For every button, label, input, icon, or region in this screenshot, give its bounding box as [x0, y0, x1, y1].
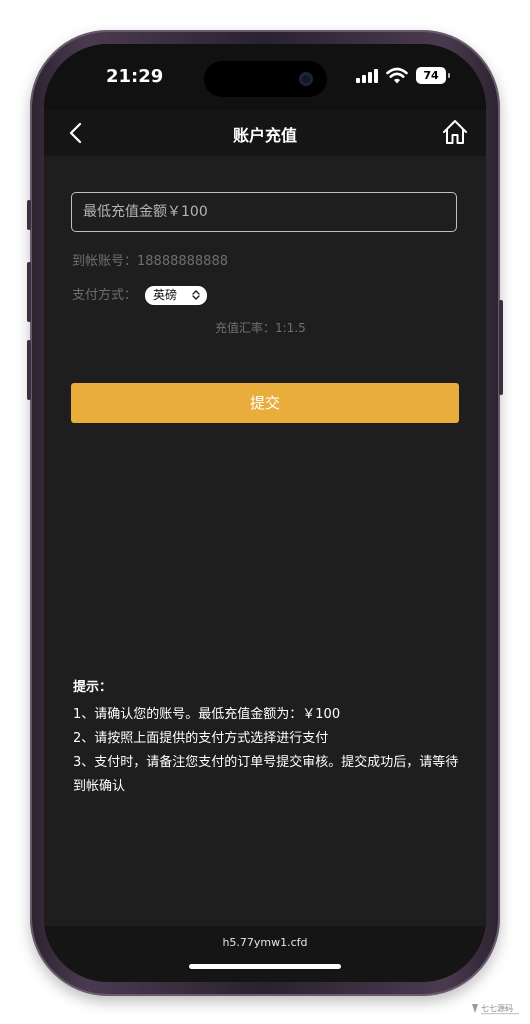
browser-bottom-bar: h5.77ymw1.cfd [44, 926, 486, 982]
tip-line: 1、请确认您的账号。最低充值金额为：￥100 [73, 707, 341, 722]
status-time: 21:29 [106, 66, 164, 87]
tips-section: 提示： 1、请确认您的账号。最低充值金额为：￥100 2、请按照上面提供的支付方… [73, 676, 463, 799]
signal-icon [356, 69, 380, 83]
exchange-rate: 充值汇率：1:1.5 [215, 321, 306, 335]
phone-volume-down-button [27, 340, 31, 400]
phone-volume-up-button [27, 262, 31, 322]
camera-icon [299, 72, 313, 86]
phone-power-button [499, 300, 503, 395]
phone-screen: 21:29 74 账户充值 最低充值金额￥100 到帐账号：1888888888… [44, 44, 486, 982]
chevron-up-down-icon [192, 290, 200, 300]
nav-bar: 账户充值 [44, 110, 486, 156]
home-icon[interactable] [440, 117, 470, 147]
payment-method-select[interactable]: 英磅 [145, 286, 207, 305]
tip-line: 3、支付时，请备注您支付的订单号提交审核。提交成功后，请等待到帐确认 [73, 755, 459, 794]
account-number: 到帐账号：18888888888 [72, 254, 228, 269]
home-indicator[interactable] [189, 964, 341, 969]
url-domain[interactable]: h5.77ymw1.cfd [44, 936, 486, 949]
battery-icon: 74 [416, 67, 450, 84]
page-title: 账户充值 [232, 126, 297, 145]
wifi-icon [386, 67, 408, 84]
submit-button[interactable]: 提交 [71, 383, 459, 423]
payment-method-value: 英磅 [153, 288, 178, 302]
watermark-logo-icon: 七七源码 [472, 1004, 519, 1015]
amount-input[interactable] [71, 192, 457, 232]
payment-method-row: 支付方式： 英磅 [72, 284, 207, 306]
tip-line: 2、请按照上面提供的支付方式选择进行支付 [73, 731, 329, 746]
payment-method-label: 支付方式： [72, 288, 138, 303]
tips-title: 提示： [73, 680, 113, 695]
phone-action-button [27, 200, 31, 230]
recharge-form: 到帐账号：18888888888 支付方式： 英磅 充值汇率：1:1.5 提交 … [44, 156, 486, 926]
status-bar: 21:29 74 [44, 44, 486, 110]
svg-text:七七源码: 七七源码 [481, 1004, 513, 1013]
dynamic-island [204, 61, 327, 97]
